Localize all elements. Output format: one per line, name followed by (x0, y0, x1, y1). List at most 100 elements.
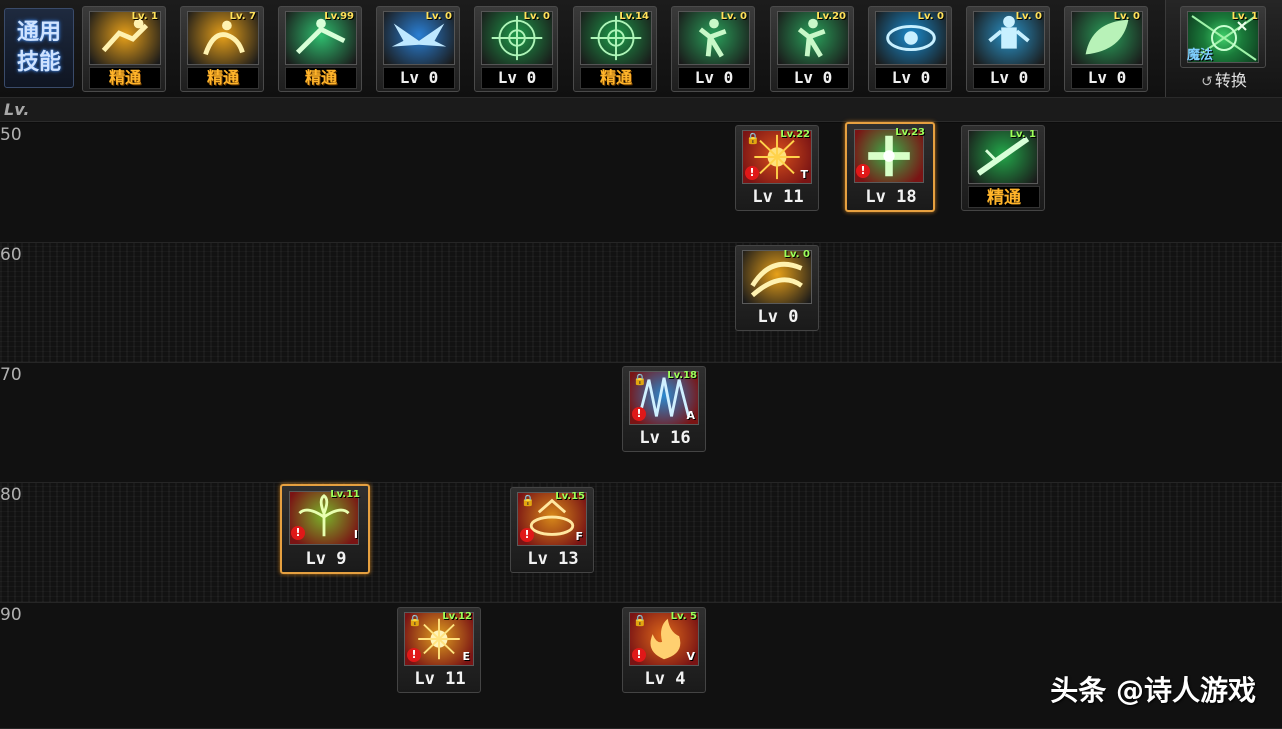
skill-level-text: Lv 0 (678, 67, 750, 89)
lv-tag: Lv.12 (442, 611, 472, 622)
lv-tag: Lv. 5 (670, 611, 697, 622)
hotkey-label: V (686, 650, 695, 663)
lv-tag: Lv. 7 (229, 11, 256, 22)
lv-tag: Lv.20 (816, 11, 846, 22)
row-label: 90 (0, 605, 22, 625)
warning-icon: ! (407, 648, 421, 662)
skill-slot-7[interactable]: Lv. 0 Lv 0 (671, 6, 755, 92)
skill-level-text: Lv 0 (973, 67, 1045, 89)
level-row-80: 80 (0, 483, 1282, 603)
lv-tag: Lv.23 (895, 127, 925, 138)
skill-slot-2[interactable]: Lv. 7 精通 (180, 6, 264, 92)
warning-icon: ! (745, 166, 759, 180)
warning-icon: ! (291, 526, 305, 540)
lock-icon: 🔒 (746, 132, 760, 145)
skill-level-text: Lv 4 (644, 669, 686, 689)
skill-node-s50c[interactable]: Lv. 1 精通 (961, 125, 1045, 211)
lock-icon: 🔒 (633, 373, 647, 386)
skill-node-s90a[interactable]: Lv.12 🔒! E Lv 11 (397, 607, 481, 693)
hotkey-label: I (353, 528, 358, 541)
skill-level-text: Lv 0 (481, 67, 553, 89)
skill-level-text: 精通 (968, 186, 1040, 208)
skill-level-text: Lv 0 (875, 67, 947, 89)
hotkey-label: T (800, 168, 808, 181)
warning-icon: ! (632, 648, 646, 662)
skill-level-text: 精通 (89, 67, 161, 89)
lv-tag: Lv. 0 (917, 11, 944, 22)
lv-tag: Lv.14 (619, 11, 649, 22)
skill-node-s70a[interactable]: Lv.18 🔒! A Lv 16 (622, 366, 706, 452)
lv-tag: Lv. 0 (425, 11, 452, 22)
skill-level-text: Lv 9 (305, 549, 347, 569)
lock-icon: 🔒 (408, 614, 422, 627)
lv-tag: Lv. 0 (523, 11, 550, 22)
skill-level-text: 精通 (187, 67, 259, 89)
skill-slot-11[interactable]: Lv. 0 Lv 0 (1064, 6, 1148, 92)
skill-category-bar: 通用 技能 Lv. 1 精通 Lv. 7 精通 Lv.99 精通 Lv. 0 Lv 0 Lv. … (0, 0, 1282, 98)
magic-skill-slot[interactable]: Lv. 1 魔法 (1180, 6, 1266, 68)
magic-lv-tag: Lv. 1 (1231, 11, 1258, 22)
hotkey-label: F (575, 530, 583, 543)
lv-tag: Lv. 0 (1113, 11, 1140, 22)
level-header-label: Lv. (4, 100, 30, 119)
warning-icon: ! (632, 407, 646, 421)
switch-panel: Lv. 1 魔法 ↺ 转换 (1165, 0, 1282, 97)
lv-tag: Lv. 0 (1015, 11, 1042, 22)
skill-slot-6[interactable]: Lv.14 精通 (573, 6, 657, 92)
switch-button[interactable]: ↺ 转换 (1182, 70, 1266, 92)
skill-slot-5[interactable]: Lv. 0 Lv 0 (474, 6, 558, 92)
refresh-icon: ↺ (1201, 74, 1213, 90)
hotkey-label: A (686, 409, 695, 422)
skill-node-s60a[interactable]: Lv. 0 Lv 0 (735, 245, 819, 331)
skill-node-s80a[interactable]: Lv.11! I Lv 9 (280, 484, 370, 574)
general-skills-tab[interactable]: 通用 技能 (4, 8, 74, 88)
skill-level-text: Lv 0 (1071, 67, 1143, 89)
switch-label: 转换 (1214, 71, 1247, 90)
skill-node-s90b[interactable]: Lv. 5 🔒! V Lv 4 (622, 607, 706, 693)
lv-tag: Lv. 0 (783, 249, 810, 260)
skill-slot-1[interactable]: Lv. 1 精通 (82, 6, 166, 92)
lv-tag: Lv. 1 (131, 11, 158, 22)
lv-tag: Lv.22 (780, 129, 810, 140)
row-label: 60 (0, 245, 22, 265)
skill-level-text: Lv 11 (752, 187, 804, 207)
row-label: 70 (0, 365, 22, 385)
skill-level-text: Lv 11 (414, 669, 466, 689)
warning-icon: ! (856, 164, 870, 178)
skill-slot-9[interactable]: Lv. 0 Lv 0 (868, 6, 952, 92)
lv-tag: Lv. 0 (720, 11, 747, 22)
row-label: 50 (0, 125, 22, 145)
general-label-line2: 技能 (16, 50, 61, 75)
skill-level-text: Lv 0 (777, 67, 849, 89)
skill-slot-3[interactable]: Lv.99 精通 (278, 6, 362, 92)
lv-tag: Lv. 1 (1009, 129, 1036, 140)
skill-level-text: Lv 18 (865, 187, 917, 207)
watermark: 头条 @诗人游戏 (1050, 674, 1256, 707)
skill-level-text: Lv 0 (757, 307, 799, 327)
lv-tag: Lv.18 (667, 370, 697, 381)
lock-icon: 🔒 (521, 494, 535, 507)
level-row-60: 60 (0, 243, 1282, 363)
level-row-50: 50 (0, 123, 1282, 243)
lv-tag: Lv.15 (555, 491, 585, 502)
level-header: Lv. (0, 98, 1282, 122)
skill-node-s50a[interactable]: Lv.22 🔒! T Lv 11 (735, 125, 819, 211)
skill-slot-10[interactable]: Lv. 0 Lv 0 (966, 6, 1050, 92)
skill-slot-4[interactable]: Lv. 0 Lv 0 (376, 6, 460, 92)
hotkey-label: E (462, 650, 470, 663)
skill-node-s80b[interactable]: Lv.15 🔒! F Lv 13 (510, 487, 594, 573)
skill-level-text: Lv 13 (527, 549, 579, 569)
lv-tag: Lv.11 (330, 489, 360, 500)
skill-slot-8[interactable]: Lv.20 Lv 0 (770, 6, 854, 92)
skill-level-text: Lv 0 (383, 67, 455, 89)
lv-tag: Lv.99 (324, 11, 354, 22)
skill-level-text: 精通 (285, 67, 357, 89)
skill-level-text: 精通 (580, 67, 652, 89)
warning-icon: ! (520, 528, 534, 542)
row-label: 80 (0, 485, 22, 505)
skill-level-text: Lv 16 (639, 428, 691, 448)
lock-icon: 🔒 (633, 614, 647, 627)
skill-node-s50b[interactable]: Lv.23! Lv 18 (845, 122, 935, 212)
general-label-line1: 通用 (16, 20, 61, 45)
magic-label: 魔法 (1187, 48, 1214, 63)
